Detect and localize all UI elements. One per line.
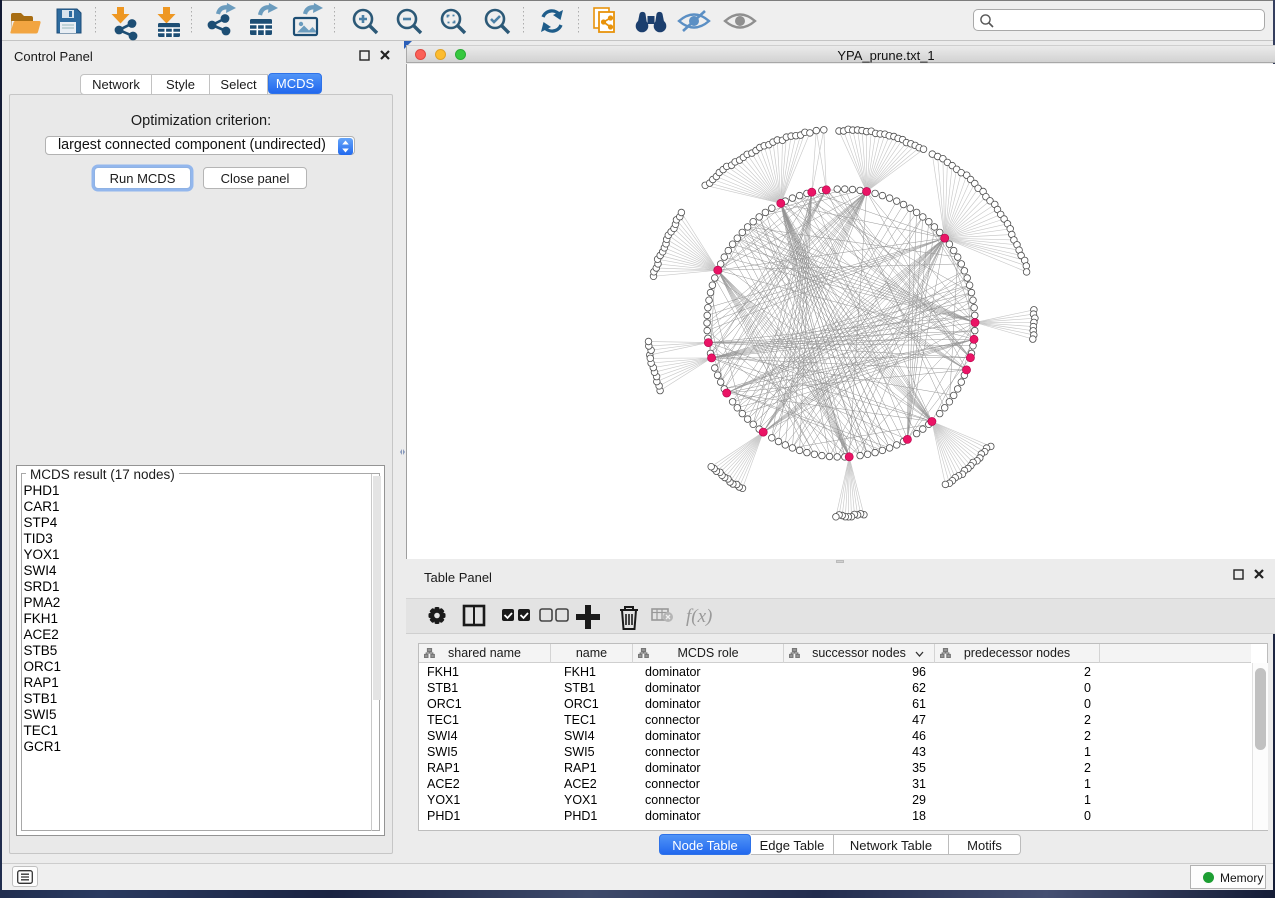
- svg-text:f(x): f(x): [686, 606, 712, 627]
